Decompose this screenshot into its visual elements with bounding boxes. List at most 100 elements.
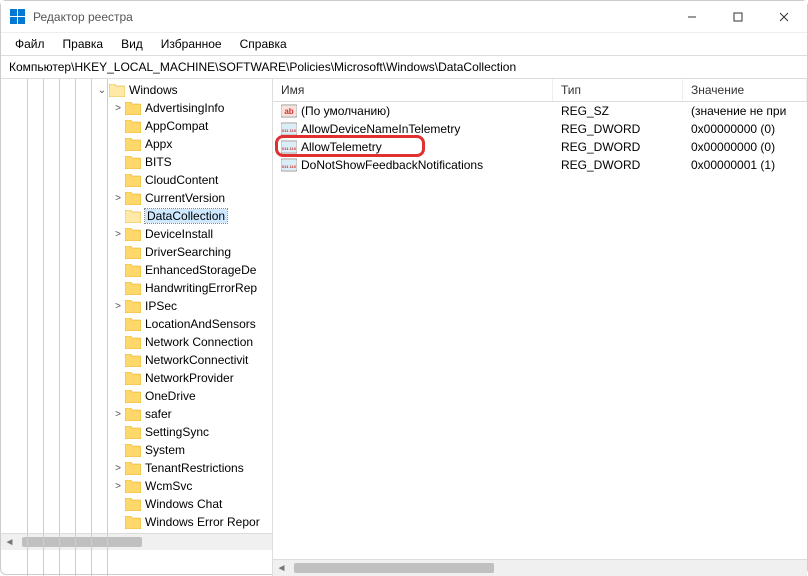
tree-label: CurrentVersion: [145, 191, 225, 205]
tree-label: NetworkConnectivit: [145, 353, 248, 367]
tree-item-windows[interactable]: ⌄ Windows: [1, 81, 272, 99]
tree-item[interactable]: > DeviceInstall: [1, 225, 272, 243]
tree-item[interactable]: > WcmSvc: [1, 477, 272, 495]
tree-label: SettingSync: [145, 425, 209, 439]
tree-item[interactable]: DataCollection: [1, 207, 272, 225]
tree-label: WcmSvc: [145, 479, 192, 493]
chevron-right-icon[interactable]: >: [111, 229, 125, 240]
tree-item[interactable]: CloudContent: [1, 171, 272, 189]
header-type[interactable]: Тип: [553, 79, 683, 101]
list-scrollbar-horizontal[interactable]: ◄: [273, 559, 807, 576]
tree-item[interactable]: Appx: [1, 135, 272, 153]
header-name[interactable]: Имя: [273, 79, 553, 101]
tree-label: OneDrive: [145, 389, 196, 403]
tree-item[interactable]: Windows Chat: [1, 495, 272, 513]
tree-panel[interactable]: ⌄ Windows > AdvertisingInfo AppCompat Appx BIT…: [1, 79, 273, 576]
header-value[interactable]: Значение: [683, 79, 807, 101]
tree-item[interactable]: System: [1, 441, 272, 459]
tree-item[interactable]: > IPSec: [1, 297, 272, 315]
tree-label: safer: [145, 407, 172, 421]
tree-label: Windows: [129, 83, 178, 97]
menu-favorites[interactable]: Избранное: [153, 35, 230, 53]
tree-item[interactable]: SettingSync: [1, 423, 272, 441]
svg-text:ab: ab: [284, 107, 293, 116]
window-controls: [669, 1, 807, 33]
value-data: 0x00000000 (0): [683, 122, 807, 136]
chevron-right-icon[interactable]: >: [111, 103, 125, 114]
tree-label: EnhancedStorageDe: [145, 263, 256, 277]
svg-text:011 110: 011 110: [282, 164, 297, 169]
value-type: REG_DWORD: [553, 158, 683, 172]
tree-label: AppCompat: [145, 119, 208, 133]
tree-item[interactable]: AppCompat: [1, 117, 272, 135]
tree-label: DataCollection: [145, 209, 227, 223]
tree-item[interactable]: NetworkProvider: [1, 369, 272, 387]
workspace: ⌄ Windows > AdvertisingInfo AppCompat Appx BIT…: [1, 79, 807, 576]
minimize-button[interactable]: [669, 1, 715, 33]
tree-item[interactable]: Windows Error Repor: [1, 513, 272, 531]
list-panel[interactable]: Имя Тип Значение ab (По умолчанию) REG_SZ…: [273, 79, 807, 576]
maximize-button[interactable]: [715, 1, 761, 33]
tree-label: DriverSearching: [145, 245, 231, 259]
tree-label: BITS: [145, 155, 172, 169]
tree-label: TenantRestrictions: [145, 461, 244, 475]
value-data: (значение не при: [683, 104, 807, 118]
tree-item[interactable]: > TenantRestrictions: [1, 459, 272, 477]
tree-item[interactable]: EnhancedStorageDe: [1, 261, 272, 279]
list-row[interactable]: 011 110 DoNotShowFeedbackNotifications RE…: [273, 156, 807, 174]
menu-help[interactable]: Справка: [232, 35, 295, 53]
tree-label: DeviceInstall: [145, 227, 213, 241]
tree-label: LocationAndSensors: [145, 317, 256, 331]
value-type: REG_SZ: [553, 104, 683, 118]
tree-label: Windows Error Repor: [145, 515, 260, 529]
value-type: REG_DWORD: [553, 122, 683, 136]
tree-label: Network Connection: [145, 335, 253, 349]
value-data: 0x00000001 (1): [683, 158, 807, 172]
chevron-right-icon[interactable]: >: [111, 463, 125, 474]
list-row[interactable]: ab (По умолчанию) REG_SZ (значение не при: [273, 102, 807, 120]
tree-label: HandwritingErrorRep: [145, 281, 257, 295]
tree-item[interactable]: LocationAndSensors: [1, 315, 272, 333]
titlebar: Редактор реестра: [1, 1, 807, 33]
tree-item[interactable]: > safer: [1, 405, 272, 423]
tree-label: Appx: [145, 137, 172, 151]
tree-item[interactable]: OneDrive: [1, 387, 272, 405]
tree-label: CloudContent: [145, 173, 218, 187]
tree-item[interactable]: > AdvertisingInfo: [1, 99, 272, 117]
tree-label: System: [145, 443, 185, 457]
window-title: Редактор реестра: [33, 10, 669, 24]
address-bar[interactable]: Компьютер\HKEY_LOCAL_MACHINE\SOFTWARE\Po…: [1, 56, 807, 79]
chevron-right-icon[interactable]: >: [111, 409, 125, 420]
value-name: (По умолчанию): [301, 104, 390, 118]
list-row[interactable]: 011 110 AllowDeviceNameInTelemetry REG_DW…: [273, 120, 807, 138]
tree-item[interactable]: > CurrentVersion: [1, 189, 272, 207]
tree-item[interactable]: BITS: [1, 153, 272, 171]
svg-text:011 110: 011 110: [282, 146, 297, 151]
value-data: 0x00000000 (0): [683, 140, 807, 154]
chevron-down-icon[interactable]: ⌄: [95, 85, 109, 96]
regedit-icon: [9, 9, 25, 25]
tree-label: NetworkProvider: [145, 371, 234, 385]
svg-text:011 110: 011 110: [282, 128, 297, 133]
tree-item[interactable]: DriverSearching: [1, 243, 272, 261]
chevron-right-icon[interactable]: >: [111, 301, 125, 312]
value-name: DoNotShowFeedbackNotifications: [301, 158, 483, 172]
menu-edit[interactable]: Правка: [55, 35, 112, 53]
chevron-right-icon[interactable]: >: [111, 481, 125, 492]
chevron-right-icon[interactable]: >: [111, 193, 125, 204]
tree-label: AdvertisingInfo: [145, 101, 224, 115]
tree-item[interactable]: NetworkConnectivit: [1, 351, 272, 369]
tree-label: Windows Chat: [145, 497, 222, 511]
value-name: AllowDeviceNameInTelemetry: [301, 122, 460, 136]
tree-item[interactable]: Network Connection: [1, 333, 272, 351]
menu-view[interactable]: Вид: [113, 35, 151, 53]
menubar: Файл Правка Вид Избранное Справка: [1, 33, 807, 56]
tree-item[interactable]: HandwritingErrorRep: [1, 279, 272, 297]
value-type: REG_DWORD: [553, 140, 683, 154]
value-name: AllowTelemetry: [301, 140, 382, 154]
close-button[interactable]: [761, 1, 807, 33]
tree-scrollbar-horizontal[interactable]: ◄: [1, 533, 272, 550]
list-row[interactable]: 011 110 AllowTelemetry REG_DWORD 0x000000…: [273, 138, 807, 156]
tree-label: IPSec: [145, 299, 177, 313]
menu-file[interactable]: Файл: [7, 35, 53, 53]
